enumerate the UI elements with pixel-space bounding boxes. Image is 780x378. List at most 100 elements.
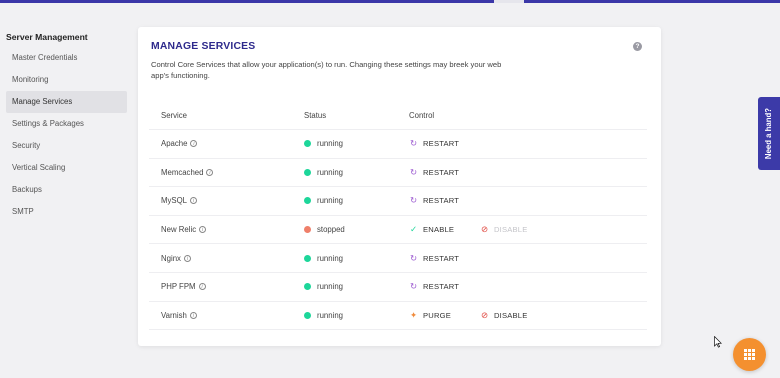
status-text: stopped [317, 225, 345, 235]
top-bar-notch [494, 0, 524, 3]
disable-button[interactable]: ⊘ DISABLE [480, 309, 528, 320]
status-text: running [317, 139, 344, 149]
table-header: Service Status Control [149, 102, 647, 130]
top-accent-bar [0, 0, 780, 3]
sidebar-item-smtp[interactable]: SMTP [6, 201, 127, 223]
info-icon[interactable]: i [189, 311, 197, 319]
sidebar-item-backups[interactable]: Backups [6, 179, 127, 201]
service-name: MySQL [161, 196, 187, 206]
restart-icon: ↻ [409, 138, 418, 149]
action-label: RESTART [423, 253, 460, 263]
action-label: DISABLE [494, 225, 528, 235]
action-label: RESTART [423, 282, 460, 292]
service-name: Varnish [161, 310, 187, 320]
purge-button[interactable]: ✦ PURGE [409, 309, 452, 320]
status-text: running [317, 167, 344, 177]
control-cell: ↻ RESTART [409, 273, 459, 301]
control-cell: ✦ PURGE [409, 302, 451, 330]
status-dot-icon [304, 283, 311, 291]
sidebar: Server Management Master Credentials Mon… [0, 27, 130, 223]
disable-button[interactable]: ⊘ DISABLE [480, 224, 528, 235]
restart-icon: ↻ [409, 281, 418, 292]
service-name: PHP FPM [161, 282, 196, 292]
sidebar-item-security[interactable]: Security [6, 135, 127, 157]
restart-button[interactable]: ↻ RESTART [409, 281, 460, 292]
table-row: MySQL i running ↻ RESTART [149, 187, 647, 216]
info-icon[interactable]: i [190, 197, 197, 205]
status-cell: running [304, 187, 343, 215]
status-dot-icon [304, 168, 311, 176]
sidebar-heading: Server Management [6, 32, 88, 42]
status-text: running [317, 282, 344, 292]
control-cell: ✓ ENABLE [409, 216, 454, 244]
need-a-hand-label: Need a hand? [764, 107, 774, 160]
table-body: Apache i running ↻ RESTART Memcached i running ↻… [149, 130, 647, 331]
status-text: running [317, 196, 344, 206]
status-dot-icon [304, 197, 311, 205]
header-control: Control [409, 111, 435, 120]
disable-icon: ⊘ [480, 224, 489, 235]
card-title: MANAGE SERVICES [151, 41, 256, 52]
status-dot-icon [304, 311, 311, 319]
card-description: Control Core Services that allow your ap… [151, 60, 502, 80]
info-icon[interactable]: i [190, 140, 198, 148]
table-row: Apache i running ↻ RESTART [149, 130, 647, 159]
action-label: RESTART [423, 139, 460, 149]
control-cell: ⊘ DISABLE [480, 216, 527, 244]
restart-icon: ↻ [409, 166, 418, 177]
services-table: Service Status Control Apache i running ↻ RE… [149, 102, 647, 331]
service-cell: PHP FPM i [161, 273, 206, 301]
broom-icon: ✦ [409, 309, 418, 320]
disable-icon: ⊘ [480, 309, 489, 320]
control-cell: ↻ RESTART [409, 159, 459, 187]
grid-icon [744, 349, 755, 360]
status-cell: running [304, 244, 343, 272]
table-row: Nginx i running ↻ RESTART [149, 244, 647, 273]
service-name: Apache [161, 139, 188, 149]
restart-button[interactable]: ↻ RESTART [409, 196, 460, 206]
action-label: PURGE [423, 310, 452, 320]
status-cell: running [304, 302, 343, 330]
status-dot-icon [304, 140, 311, 148]
status-text: running [317, 310, 344, 320]
table-row: PHP FPM i running ↻ RESTART [149, 273, 647, 302]
action-label: RESTART [423, 196, 460, 206]
need-a-hand-tab[interactable]: Need a hand? [758, 97, 780, 170]
enable-button[interactable]: ✓ ENABLE [409, 225, 455, 235]
table-row: New Relic i stopped ✓ ENABLE ⊘ DISABLE [149, 216, 647, 245]
restart-button[interactable]: ↻ RESTART [409, 138, 460, 149]
header-service: Service [161, 111, 187, 120]
service-cell: Nginx i [161, 244, 191, 272]
sidebar-item-master-credentials[interactable]: Master Credentials [6, 47, 127, 69]
info-icon[interactable]: i [199, 226, 207, 234]
status-cell: running [304, 130, 343, 158]
service-cell: New Relic i [161, 216, 207, 244]
sidebar-item-monitoring[interactable]: Monitoring [6, 69, 127, 91]
action-label: DISABLE [494, 310, 528, 320]
service-cell: Apache i [161, 130, 198, 158]
info-icon[interactable]: i [183, 254, 191, 262]
sidebar-item-settings-packages[interactable]: Settings & Packages [6, 113, 127, 135]
restart-icon: ↻ [409, 252, 418, 263]
header-status: Status [304, 111, 327, 120]
action-label: ENABLE [423, 225, 455, 235]
sidebar-item-vertical-scaling[interactable]: Vertical Scaling [6, 157, 127, 179]
info-icon[interactable]: i [206, 168, 214, 176]
service-name: Memcached [161, 167, 204, 177]
service-cell: Varnish i [161, 302, 197, 330]
grid-menu-button[interactable] [733, 338, 766, 371]
status-cell: running [304, 159, 343, 187]
sidebar-item-manage-services[interactable]: Manage Services [6, 91, 127, 113]
status-text: running [317, 253, 344, 263]
info-icon[interactable]: i [198, 283, 206, 291]
control-cell: ↻ RESTART [409, 130, 459, 158]
control-cell: ↻ RESTART [409, 244, 459, 272]
action-label: RESTART [423, 167, 460, 177]
restart-button[interactable]: ↻ RESTART [409, 166, 460, 177]
status-dot-icon [304, 226, 311, 234]
question-icon[interactable]: ? [633, 42, 642, 51]
table-row: Memcached i running ↻ RESTART [149, 159, 647, 188]
service-cell: Memcached i [161, 159, 214, 187]
control-cell: ↻ RESTART [409, 187, 459, 215]
restart-button[interactable]: ↻ RESTART [409, 252, 460, 263]
